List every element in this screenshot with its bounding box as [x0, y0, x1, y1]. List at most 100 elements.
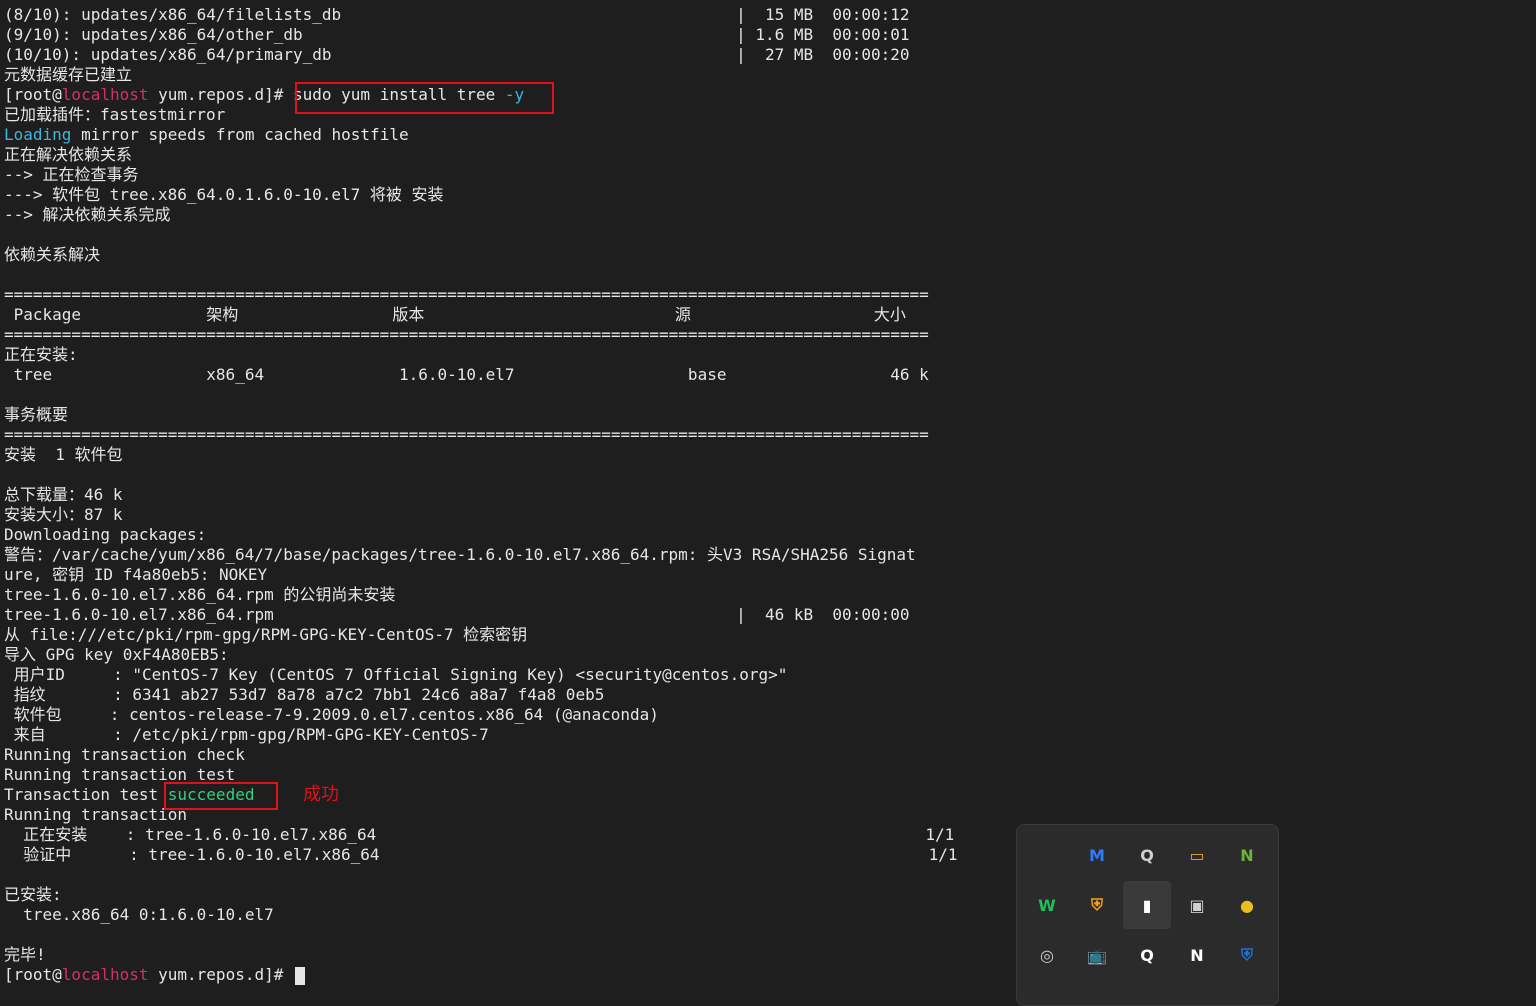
terminal-line: Downloading packages:	[4, 525, 958, 545]
terminal-text: 已加载插件：fastestmirror	[4, 105, 226, 124]
terminal-line: tree-1.6.0-10.el7.x86_64.rpm | 46 kB 00:…	[4, 605, 958, 625]
bookmark-icon[interactable]: ▮	[1123, 881, 1171, 929]
terminal-line: Running transaction test	[4, 765, 958, 785]
epic-games-icon-glyph: EPIC	[1036, 850, 1058, 860]
terminal-output[interactable]: (8/10): updates/x86_64/filelists_db | 15…	[4, 5, 958, 985]
terminal-line: (10/10): updates/x86_64/primary_db | 27 …	[4, 45, 958, 65]
terminal-line: (8/10): updates/x86_64/filelists_db | 15…	[4, 5, 958, 25]
terminal-text: 总下载量：46 k	[4, 485, 123, 504]
terminal-line: 事务概要	[4, 405, 958, 425]
terminal-line: 用户ID : "CentOS-7 Key (CentOS 7 Official …	[4, 665, 958, 685]
screen-cast-icon-glyph: ▣	[1189, 895, 1205, 915]
wechat-icon-glyph: W	[1038, 895, 1056, 915]
terminal-text: yum.repos.d]#	[148, 965, 293, 984]
meitu-icon-glyph: M	[1089, 845, 1105, 865]
terminal-text: ---> 软件包 tree.x86_64.0.1.6.0-10.el7 将被 安…	[4, 185, 444, 204]
windows-security-icon[interactable]: ⛨	[1229, 937, 1265, 973]
succeeded-highlight-box	[164, 782, 278, 810]
terminal-line: 依赖关系解决	[4, 245, 958, 265]
terminal-text: [root@	[4, 85, 62, 104]
terminal-text: 完毕!	[4, 945, 46, 964]
terminal-line: (9/10): updates/x86_64/other_db | 1.6 MB…	[4, 25, 958, 45]
screenshot-icon[interactable]: ◎	[1029, 937, 1065, 973]
system-tray-overflow: EPIC M Q ▭ N W ⛨ ▮ ▣ ● ◎ 📺 Q N ⛨	[1016, 824, 1279, 1006]
terminal-text: ========================================…	[4, 325, 929, 344]
terminal-text: ========================================…	[4, 285, 929, 304]
terminal-line: ========================================…	[4, 285, 958, 305]
terminal-line: 验证中 : tree-1.6.0-10.el7.x86_64 1/1	[4, 845, 958, 865]
screen-cast-icon[interactable]: ▣	[1179, 887, 1215, 923]
terminal-text: --> 正在检查事务	[4, 165, 139, 184]
terminal-line: 安装大小：87 k	[4, 505, 958, 525]
terminal-line: 总下载量：46 k	[4, 485, 958, 505]
terminal-text: 正在安装 : tree-1.6.0-10.el7.x86_64 1/1	[4, 825, 955, 844]
shield-security-icon-glyph: ⛨	[1090, 895, 1103, 914]
command-highlight-box	[295, 82, 554, 114]
circle-app-icon[interactable]: ●	[1229, 887, 1265, 923]
terminal-line: 已安装:	[4, 885, 958, 905]
epic-games-icon[interactable]: EPIC	[1029, 837, 1065, 873]
terminal-text: 用户ID : "CentOS-7 Key (CentOS 7 Official …	[4, 665, 788, 684]
qq-icon[interactable]: Q	[1129, 937, 1165, 973]
terminal-text: 元数据缓存已建立	[4, 65, 133, 84]
terminal-text: 正在解决依赖关系	[4, 145, 133, 164]
nvidia-icon-glyph: N	[1240, 845, 1254, 865]
success-annotation: 成功	[303, 784, 339, 805]
terminal-text: (9/10): updates/x86_64/other_db | 1.6 MB…	[4, 25, 910, 44]
terminal-text: tree-1.6.0-10.el7.x86_64.rpm 的公钥尚未安装	[4, 585, 396, 604]
screenshot-icon-glyph: ◎	[1040, 945, 1054, 965]
terminal-line: Running transaction check	[4, 745, 958, 765]
terminal-cursor	[295, 966, 305, 985]
terminal-text: Downloading packages:	[4, 525, 207, 544]
terminal-text: tree-1.6.0-10.el7.x86_64.rpm | 46 kB 00:…	[4, 605, 910, 624]
terminal-text: ========================================…	[4, 425, 929, 444]
bookmark-icon-glyph: ▮	[1142, 895, 1152, 915]
terminal-text: 依赖关系解决	[4, 245, 101, 264]
terminal-line: 正在解决依赖关系	[4, 145, 958, 165]
terminal-text: 警告：/var/cache/yum/x86_64/7/base/packages…	[4, 545, 916, 564]
terminal-text: 来自 : /etc/pki/rpm-gpg/RPM-GPG-KEY-CentOS…	[4, 725, 489, 744]
terminal-text: 指纹 : 6341 ab27 53d7 8a78 a7c2 7bb1 24c6 …	[4, 685, 605, 704]
terminal-line: Loading mirror speeds from cached hostfi…	[4, 125, 958, 145]
shield-security-icon[interactable]: ⛨	[1079, 887, 1115, 923]
wave-app-icon-glyph: N	[1190, 945, 1204, 965]
terminal-line: Transaction test succeeded	[4, 785, 958, 805]
terminal-line: ---> 软件包 tree.x86_64.0.1.6.0-10.el7 将被 安…	[4, 185, 958, 205]
meitu-icon[interactable]: M	[1079, 837, 1115, 873]
terminal-line: ========================================…	[4, 425, 958, 445]
terminal-line: ========================================…	[4, 325, 958, 345]
windows-security-icon-glyph: ⛨	[1240, 945, 1253, 964]
nvidia-icon[interactable]: N	[1229, 837, 1265, 873]
terminal-line: Package 架构 版本 源 大小	[4, 305, 958, 325]
bilibili-icon[interactable]: 📺	[1079, 937, 1115, 973]
terminal-text: --> 解决依赖关系完成	[4, 205, 171, 224]
window-app-icon[interactable]: ▭	[1179, 837, 1215, 873]
terminal-text: 导入 GPG key 0xF4A80EB5:	[4, 645, 229, 664]
terminal-line: ure, 密钥 ID f4a80eb5: NOKEY	[4, 565, 958, 585]
terminal-line: 警告：/var/cache/yum/x86_64/7/base/packages…	[4, 545, 958, 565]
terminal-text: [root@	[4, 965, 62, 984]
terminal-line: 完毕!	[4, 945, 958, 965]
terminal-text: (8/10): updates/x86_64/filelists_db | 15…	[4, 5, 910, 24]
qq-penguin-icon[interactable]: Q	[1129, 837, 1165, 873]
wave-app-icon[interactable]: N	[1179, 937, 1215, 973]
terminal-text: localhost	[61, 85, 149, 104]
terminal-text: Package 架构 版本 源 大小	[4, 305, 906, 324]
terminal-line: [root@localhost yum.repos.d]#	[4, 965, 958, 985]
terminal-line: 导入 GPG key 0xF4A80EB5:	[4, 645, 958, 665]
wechat-icon[interactable]: W	[1029, 887, 1065, 923]
terminal-line: 安装 1 软件包	[4, 445, 958, 465]
terminal-text: 事务概要	[4, 405, 69, 424]
terminal-line: 从 file:///etc/pki/rpm-gpg/RPM-GPG-KEY-Ce…	[4, 625, 958, 645]
terminal-text: Running transaction check	[4, 745, 245, 764]
terminal-text: mirror speeds from cached hostfile	[71, 125, 409, 144]
terminal-text: localhost	[61, 965, 149, 984]
terminal-text: 验证中 : tree-1.6.0-10.el7.x86_64 1/1	[4, 845, 958, 864]
terminal-text: Running transaction	[4, 805, 188, 824]
terminal-text: 安装大小：87 k	[4, 505, 123, 524]
terminal-text: ure, 密钥 ID f4a80eb5: NOKEY	[4, 565, 268, 584]
